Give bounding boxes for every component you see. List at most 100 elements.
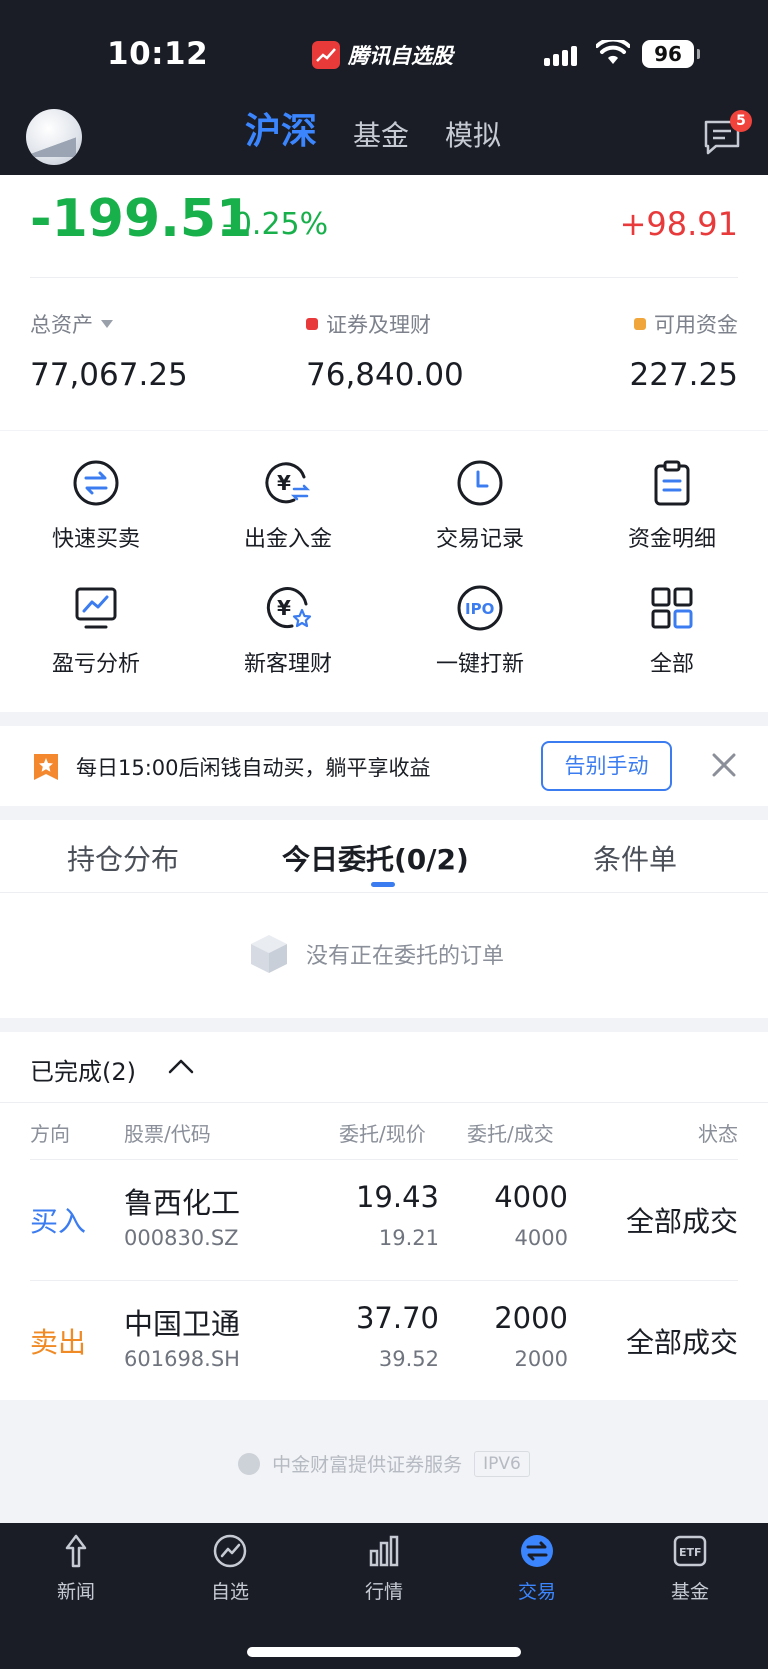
completed-orders: 已完成(2) 方向 股票/代码 委托/现价 委托/成交 状态 买入 鲁西化工 0… (0, 1032, 768, 1400)
row-stock-code: 000830.SZ (124, 1226, 239, 1250)
grid-label: 新客理财 (243, 652, 332, 677)
securities-value: 76,840.00 (306, 357, 464, 393)
bottom-nav-trade[interactable]: 交易 (492, 1533, 582, 1604)
broker-text: 中金财富提供证券服务 (272, 1454, 463, 1476)
grid-item-trade-records[interactable]: 交易记录 (384, 431, 576, 552)
row-order-price: 37.70 (355, 1301, 439, 1335)
tab-today-orders[interactable]: 今日委托(0/2) (282, 838, 469, 878)
bottom-nav: 新闻 自选 行情 交易 ETF 基金 (0, 1523, 768, 1669)
tab-simulate[interactable]: 模拟 (445, 114, 501, 154)
watchlist-icon (213, 1534, 247, 1568)
cash-value: 227.25 (629, 357, 738, 393)
promo-banner: 每日15:00后闲钱自动买，躺平享收益 告别手动 (0, 726, 768, 806)
chevron-up-icon[interactable] (168, 1058, 194, 1074)
tab-hushen[interactable]: 沪深 (245, 102, 317, 154)
day-pnl-percent: -0.25% (222, 207, 329, 242)
svg-text:IPO: IPO (465, 600, 494, 618)
row-stock-name: 鲁西化工 (124, 1186, 241, 1220)
market-icon (369, 1535, 399, 1567)
caret-down-icon[interactable] (101, 320, 113, 328)
divider (0, 1102, 768, 1103)
status-bar: 10:12 腾讯自选股 96 (0, 0, 768, 100)
row-stock-name: 中国卫通 (124, 1307, 241, 1341)
grid-label: 快速买卖 (51, 527, 140, 552)
row-status: 全部成交 (625, 1326, 738, 1359)
bottom-nav-market[interactable]: 行情 (339, 1533, 429, 1604)
home-indicator[interactable] (247, 1647, 521, 1657)
ipo-icon: IPO (457, 585, 503, 631)
divider (30, 277, 738, 278)
bottom-nav-news[interactable]: 新闻 (31, 1533, 121, 1604)
row-order-qty: 4000 (494, 1180, 568, 1214)
row-filled-qty: 2000 (514, 1347, 568, 1371)
status-time: 10:12 (107, 36, 209, 72)
clipboard-icon (654, 460, 690, 506)
header-status: 状态 (698, 1122, 738, 1146)
empty-orders-text: 没有正在委托的订单 (306, 944, 505, 969)
swap-icon (73, 460, 119, 506)
row-direction: 买入 (30, 1205, 87, 1238)
banner-text: 每日15:00后闲钱自动买，躺平享收益 (76, 756, 431, 780)
battery-icon: 96 (642, 40, 700, 68)
grid-item-ipo[interactable]: IPO 一键打新 (384, 556, 576, 677)
avatar[interactable] (26, 109, 82, 165)
row-status: 全部成交 (625, 1205, 738, 1238)
table-row[interactable]: 卖出 中国卫通 601698.SH 37.70 39.52 2000 2000 … (0, 1281, 768, 1401)
bottom-nav-label: 行情 (364, 1581, 403, 1603)
ipv6-tag: IPV6 (474, 1450, 530, 1477)
grid-icon (651, 587, 693, 629)
orders-panel: 持仓分布 今日委托(0/2) 条件单 没有正在委托的订单 (0, 820, 768, 1018)
svg-text:¥: ¥ (277, 471, 291, 495)
day-pnl: -199.51 (30, 189, 253, 249)
news-icon (65, 1534, 87, 1568)
row-stock-code: 601698.SH (124, 1347, 240, 1371)
row-order-price: 19.43 (355, 1180, 439, 1214)
yuan-transfer-icon: ¥ (265, 462, 311, 504)
grid-item-all[interactable]: 全部 (576, 556, 768, 677)
grid-item-fund-details[interactable]: 资金明细 (576, 431, 768, 552)
available-cash: 可用资金 227.25 (630, 309, 738, 393)
table-row[interactable]: 买入 鲁西化工 000830.SZ 19.43 19.21 4000 4000 … (0, 1160, 768, 1280)
cash-dot-icon (634, 318, 646, 330)
completed-title[interactable]: 已完成(2) (30, 1052, 136, 1087)
tab-indicator (371, 882, 395, 887)
tab-conditional-orders[interactable]: 条件单 (593, 838, 677, 878)
yuan-star-icon: ¥ (266, 587, 312, 629)
banner-action-button[interactable]: 告别手动 (541, 741, 672, 791)
row-current-price: 19.21 (378, 1226, 439, 1250)
grid-item-deposit-withdraw[interactable]: ¥ 出金入金 (192, 431, 384, 552)
star-ribbon-icon (34, 754, 58, 780)
market-tabs: 沪深 基金 模拟 (245, 110, 501, 154)
close-icon[interactable] (709, 750, 739, 780)
svg-text:¥: ¥ (277, 596, 291, 620)
grid-item-pnl-analysis[interactable]: 盈亏分析 (0, 556, 192, 677)
grid-label: 全部 (649, 652, 694, 677)
header-quantity: 委托/成交 (467, 1122, 554, 1146)
cash-label: 可用资金 (654, 313, 738, 337)
tab-holdings[interactable]: 持仓分布 (67, 838, 179, 878)
grid-label: 一键打新 (435, 652, 524, 677)
total-assets-value: 77,067.25 (30, 357, 188, 393)
function-grid: 快速买卖 ¥ 出金入金 交易记录 资金明细 盈亏分析 ¥ 新客理财 IPO 一键… (0, 431, 768, 712)
grid-label: 资金明细 (627, 527, 716, 552)
grid-item-quick-trade[interactable]: 快速买卖 (0, 431, 192, 552)
clock-icon (457, 460, 503, 506)
empty-box-icon (251, 935, 287, 973)
bottom-nav-watchlist[interactable]: 自选 (185, 1533, 275, 1604)
bottom-nav-label: 新闻 (56, 1581, 95, 1603)
broker-logo-icon (238, 1452, 261, 1475)
tab-fund[interactable]: 基金 (353, 114, 409, 154)
position-pnl: +98.91 (619, 205, 738, 243)
bottom-nav-label: 基金 (670, 1581, 709, 1603)
bottom-nav-label: 自选 (210, 1581, 249, 1603)
bottom-nav-fund[interactable]: ETF 基金 (645, 1533, 735, 1604)
total-assets[interactable]: 总资产 77,067.25 (30, 309, 188, 393)
row-direction: 卖出 (30, 1326, 87, 1359)
broker-footer: 中金财富提供证券服务 IPV6 (0, 1450, 768, 1477)
grid-label: 盈亏分析 (51, 652, 140, 677)
grid-item-new-client-wealth[interactable]: ¥ 新客理财 (192, 556, 384, 677)
message-badge: 5 (730, 110, 752, 132)
row-current-price: 39.52 (378, 1347, 439, 1371)
row-filled-qty: 4000 (514, 1226, 568, 1250)
divider (0, 892, 768, 893)
